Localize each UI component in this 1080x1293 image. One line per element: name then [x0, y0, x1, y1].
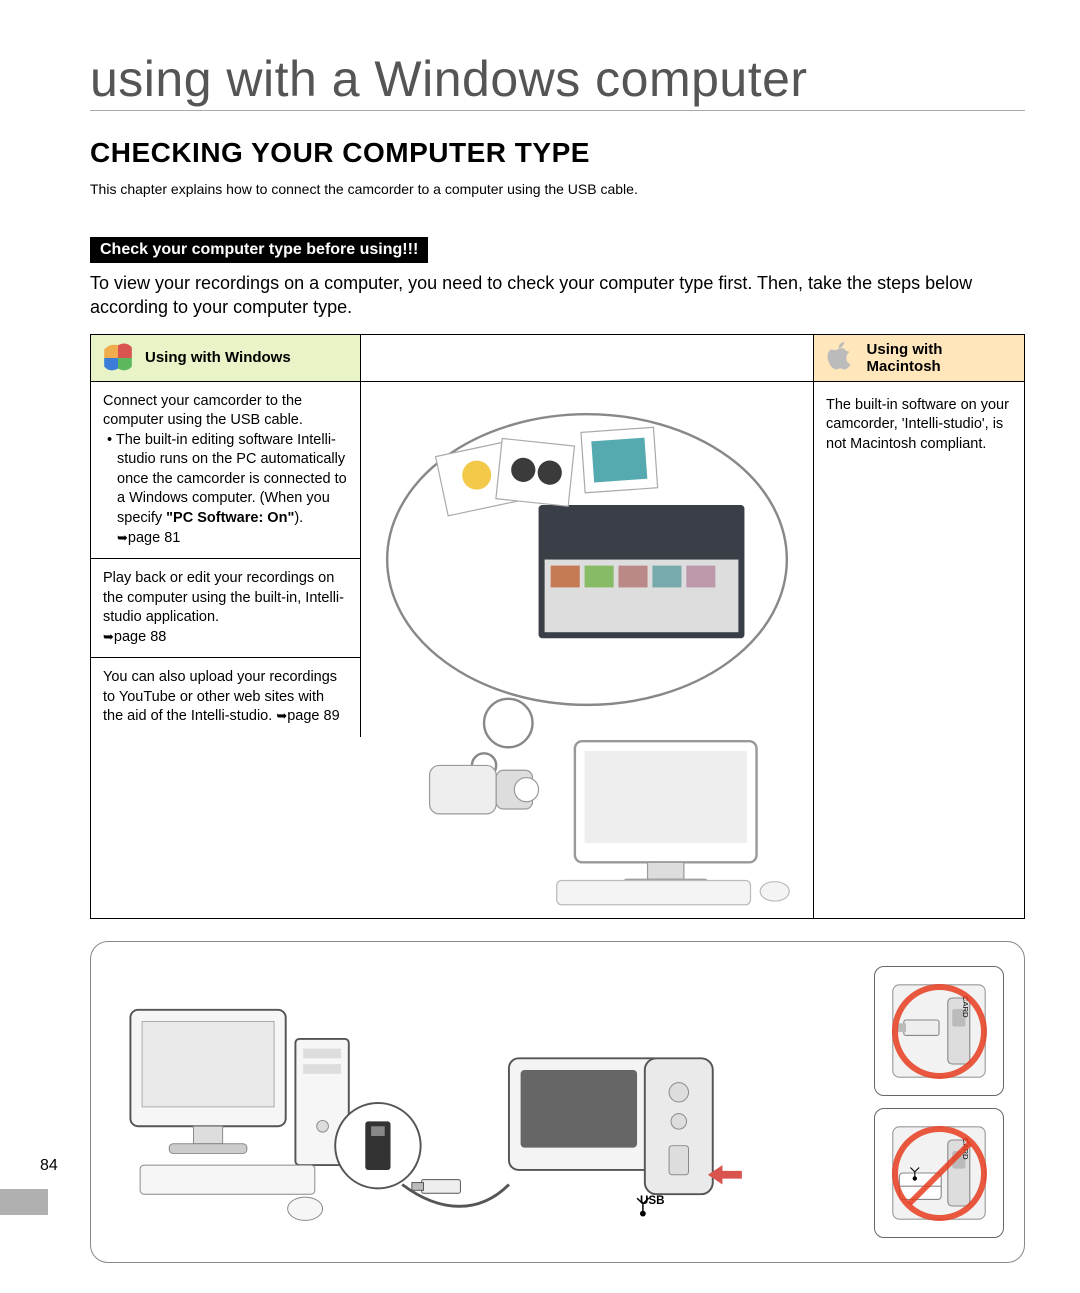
- port-detail-incorrect: CARD: [874, 1108, 1004, 1238]
- windows-header-label: Using with Windows: [145, 349, 291, 366]
- apple-logo-icon: [824, 341, 857, 375]
- software-illustration: [361, 382, 814, 919]
- connection-diagram: USB CARD: [90, 941, 1025, 1263]
- page-number: 84: [40, 1157, 58, 1175]
- highlight-circle-icon: [892, 984, 987, 1079]
- section-heading: CHECKING YOUR COMPUTER TYPE: [90, 137, 1025, 169]
- windows-step-1-bullet: The built-in editing software Intelli-st…: [117, 431, 348, 548]
- lead-paragraph: To view your recordings on a computer, y…: [90, 271, 1025, 320]
- usb-label: USB: [640, 1194, 665, 1207]
- windows-step-1: Connect your camcorder to the computer u…: [91, 382, 361, 559]
- chapter-title: using with a Windows computer: [90, 50, 1025, 111]
- windows-column-header: Using with Windows: [91, 335, 361, 382]
- os-comparison-table: Using with Windows Using with Macintosh …: [90, 334, 1025, 920]
- highlight-circle-icon: [892, 1126, 987, 1221]
- windows-logo-icon: [101, 341, 135, 375]
- windows-step-2: Play back or edit your recordings on the…: [91, 558, 361, 657]
- mac-instructions: The built-in software on your camcorder,…: [814, 382, 1024, 919]
- mac-column-header: Using with Macintosh: [814, 335, 1024, 382]
- usb-connection-illustration: USB: [111, 957, 771, 1247]
- section-tab: [0, 1189, 48, 1215]
- port-detail-correct: CARD: [874, 966, 1004, 1096]
- windows-step-3: You can also upload your recordings to Y…: [91, 657, 361, 737]
- port-detail-thumbnails: CARD CARD: [874, 966, 1004, 1238]
- mac-note-text: The built-in software on your camcorder,…: [826, 396, 1012, 455]
- warning-banner: Check your computer type before using!!!: [90, 237, 428, 263]
- intro-text: This chapter explains how to connect the…: [90, 181, 1025, 197]
- page-ref-88: page 88: [103, 629, 166, 645]
- mac-header-label: Using with Macintosh: [867, 341, 1014, 375]
- windows-step-1-text: Connect your camcorder to the computer u…: [103, 392, 348, 431]
- page-ref-81: page 81: [117, 530, 180, 546]
- illustration-column-header: [361, 335, 814, 382]
- windows-instructions: Connect your camcorder to the computer u…: [91, 382, 361, 919]
- page-ref-89: page 89: [276, 708, 339, 724]
